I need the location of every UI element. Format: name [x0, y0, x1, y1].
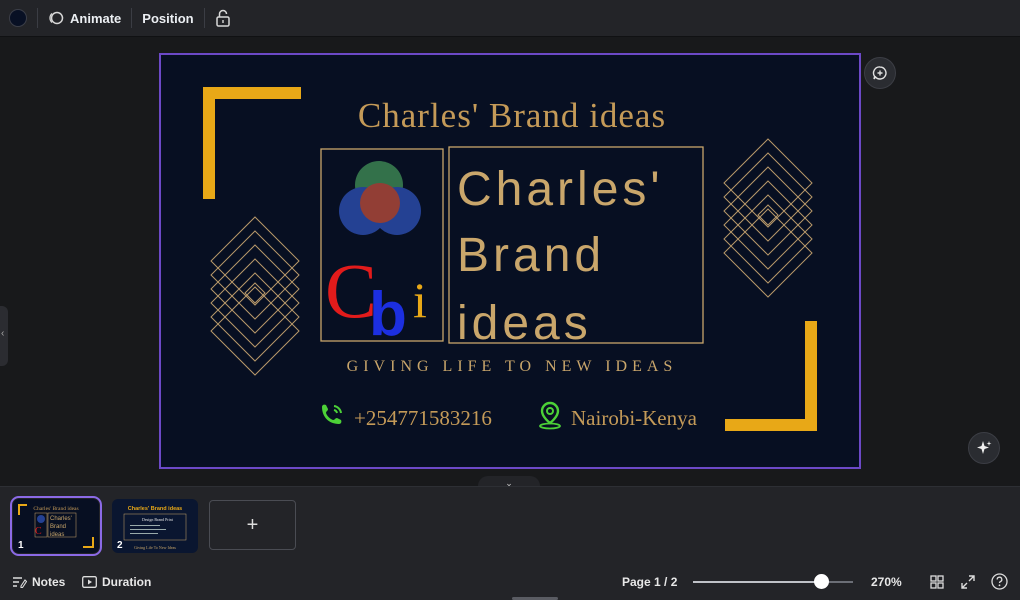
position-label: Position	[142, 10, 194, 26]
page-thumbnail-2[interactable]: Charles' Brand ideas Design Brand Print …	[112, 499, 198, 553]
page-number: 1	[18, 540, 24, 551]
svg-text:Charles': Charles'	[50, 516, 72, 522]
svg-text:Charles' Brand ideas: Charles' Brand ideas	[128, 506, 183, 512]
logo-letter-i: i	[413, 272, 427, 328]
big-title-line-1: Charles'	[457, 163, 664, 216]
notes-icon	[13, 577, 27, 588]
grid-view-button[interactable]	[930, 575, 944, 592]
page-indicator[interactable]: Page 1 / 2	[622, 575, 677, 589]
svg-text:C: C	[35, 526, 42, 537]
svg-text:Giving Life To New Ideas: Giving Life To New Ideas	[134, 545, 176, 550]
grid-icon	[930, 575, 944, 589]
notes-label: Notes	[32, 575, 66, 589]
diamond-pattern-right	[723, 138, 813, 298]
duration-label: Duration	[102, 575, 152, 589]
sparkle-icon	[977, 441, 992, 454]
chevron-left-icon: ‹	[1, 328, 5, 339]
zoom-slider-fill	[693, 581, 821, 583]
big-title-line-3: ideas	[457, 297, 592, 350]
page-filmstrip: Charles' Brand ideas C Charles' Brand id…	[0, 486, 1020, 564]
duration-button[interactable]: Duration	[82, 575, 151, 589]
position-button[interactable]: Position	[142, 11, 193, 26]
side-panel-toggle[interactable]: ‹	[0, 306, 8, 366]
animate-icon	[49, 11, 64, 25]
page-number: 2	[117, 540, 123, 551]
bottom-status-bar: Notes Duration Page 1 / 2 270%	[0, 564, 1020, 600]
svg-text:ideas: ideas	[50, 532, 64, 538]
magic-assistant-button[interactable]	[968, 432, 1000, 464]
divider	[131, 8, 133, 28]
phone-icon	[322, 404, 342, 424]
svg-text:Design Brand Print: Design Brand Print	[142, 517, 174, 522]
comment-button[interactable]	[864, 57, 896, 89]
fullscreen-button[interactable]	[961, 575, 975, 592]
animate-button[interactable]: Animate	[48, 10, 121, 26]
play-timer-icon	[82, 576, 97, 588]
slide-artwork: Charles' Brand ideas C b i Charles' Bran…	[203, 87, 817, 431]
add-page-button[interactable]: +	[209, 500, 296, 550]
slide-top-title: Charles' Brand ideas	[358, 96, 666, 135]
divider	[203, 8, 205, 28]
zoom-slider[interactable]	[693, 574, 853, 589]
thumbnail-preview: Charles' Brand ideas Design Brand Print …	[123, 506, 187, 550]
top-toolbar: Animate Position	[0, 0, 1020, 37]
corner-bracket-top-left	[203, 87, 301, 199]
location-pin-icon	[539, 401, 561, 430]
animate-label: Animate	[70, 10, 122, 26]
help-button[interactable]	[991, 573, 1008, 593]
notes-button[interactable]: Notes	[12, 575, 65, 589]
zoom-level[interactable]: 270%	[871, 575, 902, 589]
expand-icon	[961, 575, 975, 589]
slide-location: Nairobi-Kenya	[571, 406, 698, 430]
corner-bracket-bottom-right	[725, 321, 817, 431]
slide-phone: +254771583216	[354, 406, 492, 430]
svg-text:Brand: Brand	[50, 524, 66, 530]
unlock-icon	[215, 9, 230, 27]
logo-letter-b: b	[369, 280, 407, 349]
thumbnail-preview: Charles' Brand ideas C Charles' Brand id…	[18, 504, 94, 548]
slide-page-1[interactable]: Charles' Brand ideas C b i Charles' Bran…	[159, 53, 861, 469]
slide-tagline: GIVING LIFE TO NEW IDEAS	[347, 358, 678, 375]
plus-icon: +	[246, 513, 259, 536]
big-title-line-2: Brand	[457, 229, 605, 282]
lock-button[interactable]	[215, 9, 231, 27]
comment-add-icon	[872, 66, 887, 80]
diamond-pattern-left	[210, 216, 300, 376]
logo-circles	[339, 161, 421, 235]
help-icon	[991, 573, 1008, 590]
divider	[37, 8, 38, 28]
zoom-slider-handle[interactable]	[814, 574, 829, 589]
color-swatch[interactable]	[9, 9, 27, 27]
page-thumbnail-1[interactable]: Charles' Brand ideas C Charles' Brand id…	[10, 496, 102, 556]
svg-text:Charles' Brand ideas: Charles' Brand ideas	[33, 506, 78, 512]
